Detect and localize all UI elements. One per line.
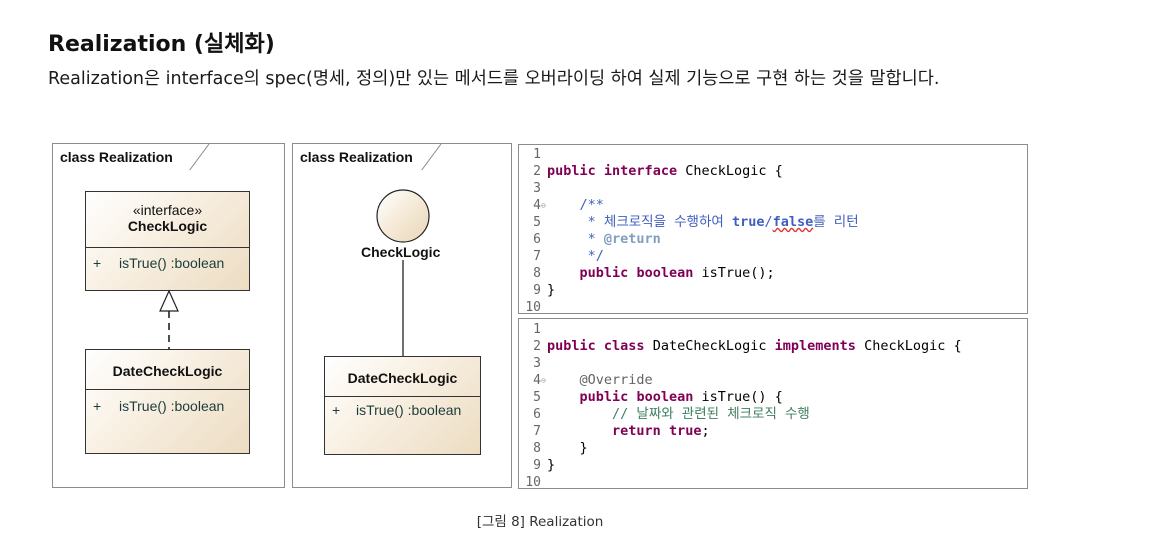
impl-class-name: DateCheckLogic bbox=[347, 370, 458, 386]
interface-stereotype: «interface» bbox=[132, 202, 203, 218]
section-title: Realization (실체화) bbox=[48, 32, 275, 57]
impl-class-box-left: DateCheckLogic + isTrue() :boolean bbox=[85, 349, 250, 454]
interface-lollipop-icon bbox=[376, 189, 430, 243]
frame-label: class Realization bbox=[60, 149, 173, 165]
code-panel-interface: 1 2 public interface CheckLogic { 3 4⊖ /*… bbox=[518, 144, 1028, 315]
figure-caption: [그림 8] Realization bbox=[476, 514, 604, 530]
realization-line bbox=[402, 260, 404, 358]
impl-class-name: DateCheckLogic bbox=[112, 363, 223, 379]
interface-name: CheckLogic bbox=[361, 244, 441, 260]
impl-class-box-right: DateCheckLogic + isTrue() :boolean bbox=[324, 356, 481, 455]
impl-operation: + isTrue() :boolean bbox=[93, 398, 225, 414]
realization-arrow bbox=[159, 289, 179, 349]
impl-operation: + isTrue() :boolean bbox=[332, 402, 462, 418]
code-panel-impl: 1 2 public class DateCheckLogic implement… bbox=[518, 318, 1028, 490]
uml-frame-right: class Realization CheckLogic DateCheckLo… bbox=[292, 143, 512, 488]
interface-class-box: «interface» CheckLogic + isTrue() :boolea… bbox=[85, 191, 250, 291]
frame-label: class Realization bbox=[300, 149, 413, 165]
section-description: Realization은 interface의 spec(명세, 정의)만 있는… bbox=[48, 69, 940, 89]
interface-name: CheckLogic bbox=[127, 218, 208, 234]
uml-frame-left: class Realization «interface» CheckLogic… bbox=[52, 143, 285, 488]
interface-operation: + isTrue() :boolean bbox=[93, 255, 225, 271]
